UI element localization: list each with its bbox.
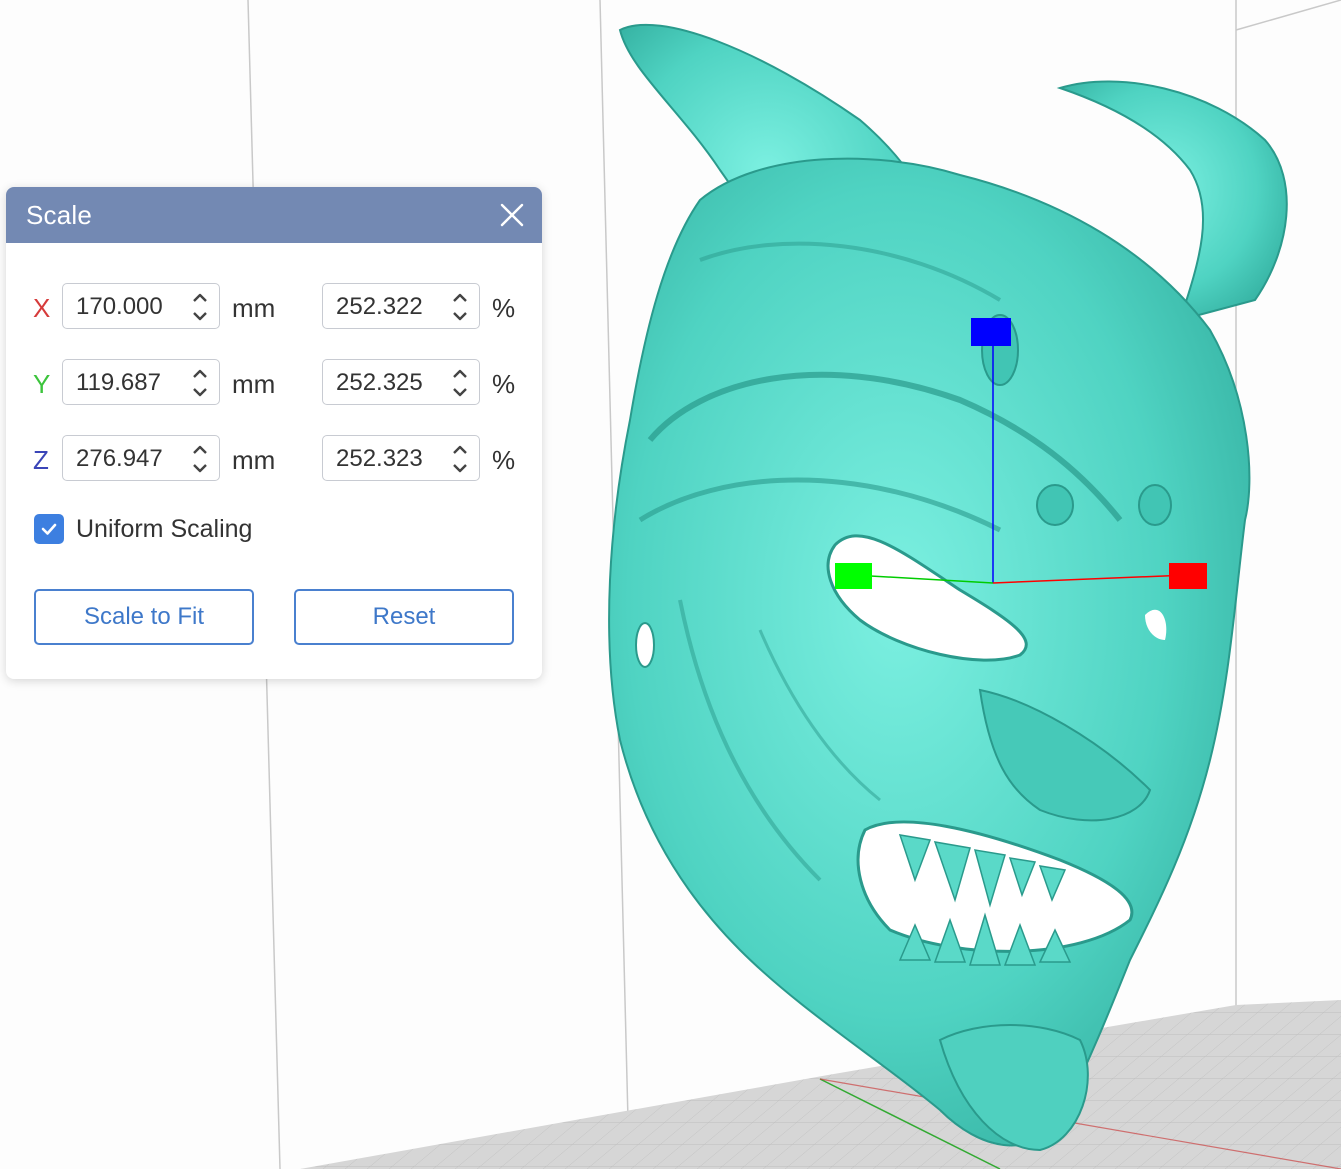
scale-row-y: Y 119.687 mm 252.325 % — [6, 359, 542, 407]
y-percent-value: 252.325 — [336, 369, 423, 396]
z-percent-unit: % — [492, 445, 516, 475]
y-mm-value: 119.687 — [76, 369, 161, 396]
x-percent-unit: % — [492, 293, 516, 323]
axis-label-y: Y — [33, 369, 51, 399]
uniform-scaling-label: Uniform Scaling — [76, 514, 253, 543]
y-mm-unit: mm — [232, 369, 276, 399]
y-percent-input[interactable]: 252.325 — [322, 359, 480, 405]
increment-icon[interactable] — [452, 367, 468, 381]
decrement-icon[interactable] — [452, 461, 468, 475]
increment-icon[interactable] — [192, 291, 208, 305]
scale-row-x: X 170.000 mm 252.322 % — [6, 283, 542, 331]
uniform-scaling-checkbox[interactable] — [34, 514, 64, 544]
y-percent-unit: % — [492, 369, 516, 399]
scale-to-fit-button[interactable]: Scale to Fit — [34, 589, 254, 645]
z-percent-value: 252.323 — [336, 445, 423, 472]
decrement-icon[interactable] — [192, 385, 208, 399]
x-mm-unit: mm — [232, 293, 276, 323]
scale-dialog: Scale X 170.000 mm 252.322 % Y 119.687 m… — [6, 187, 542, 679]
decrement-icon[interactable] — [192, 461, 208, 475]
z-axis-handle[interactable] — [971, 318, 1011, 346]
x-mm-input[interactable]: 170.000 — [62, 283, 220, 329]
axis-label-x: X — [33, 293, 51, 323]
z-mm-value: 276.947 — [76, 445, 163, 472]
increment-icon[interactable] — [452, 443, 468, 457]
reset-button[interactable]: Reset — [294, 589, 514, 645]
z-mm-unit: mm — [232, 445, 276, 475]
print-bed — [300, 1000, 1341, 1169]
decrement-icon[interactable] — [192, 309, 208, 323]
increment-icon[interactable] — [452, 291, 468, 305]
close-button[interactable] — [496, 199, 528, 231]
y-mm-input[interactable]: 119.687 — [62, 359, 220, 405]
z-mm-input[interactable]: 276.947 — [62, 435, 220, 481]
x-percent-input[interactable]: 252.322 — [322, 283, 480, 329]
x-axis-handle[interactable] — [1169, 563, 1207, 589]
increment-icon[interactable] — [192, 367, 208, 381]
dialog-title: Scale — [26, 199, 93, 230]
axis-label-z: Z — [33, 445, 49, 475]
checkmark-icon — [41, 523, 57, 535]
uniform-scaling-option[interactable]: Uniform Scaling — [34, 514, 252, 544]
dialog-header: Scale — [6, 187, 542, 243]
close-icon — [500, 203, 524, 227]
x-mm-value: 170.000 — [76, 293, 163, 320]
decrement-icon[interactable] — [452, 385, 468, 399]
increment-icon[interactable] — [192, 443, 208, 457]
y-axis-handle[interactable] — [835, 563, 872, 589]
x-percent-value: 252.322 — [336, 293, 423, 320]
z-percent-input[interactable]: 252.323 — [322, 435, 480, 481]
decrement-icon[interactable] — [452, 309, 468, 323]
scale-row-z: Z 276.947 mm 252.323 % — [6, 435, 542, 483]
